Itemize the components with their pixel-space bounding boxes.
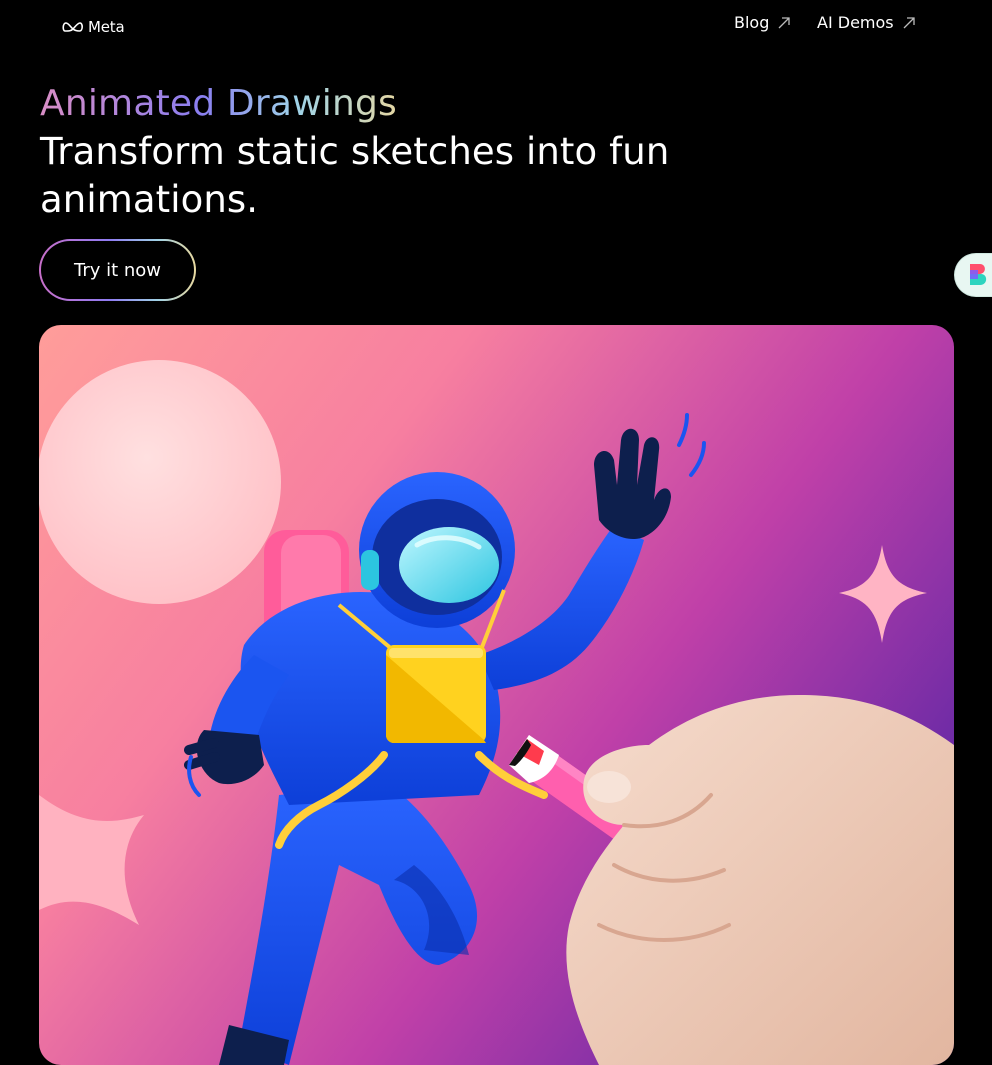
side-extension-widget[interactable] — [955, 254, 992, 296]
try-it-now-label: Try it now — [41, 241, 194, 299]
arrow-up-right-icon — [778, 16, 791, 28]
arrow-up-right-icon — [903, 16, 915, 28]
nav-link-ai-demos[interactable]: AI Demos — [817, 13, 916, 32]
top-navigation: Meta Blog AI Demos — [0, 0, 992, 52]
extension-logo-icon — [970, 264, 987, 285]
product-title: Animated Drawings — [40, 83, 397, 124]
nav-link-blog[interactable]: Blog — [734, 13, 791, 32]
hero-illustration — [39, 325, 954, 1065]
nav-link-label: AI Demos — [817, 13, 894, 32]
nav-link-label: Blog — [734, 13, 770, 32]
astronaut-drawing-illustration — [39, 325, 954, 1065]
try-it-now-button[interactable]: Try it now — [39, 239, 196, 301]
hero-headline: Transform static sketches into fun anima… — [40, 130, 670, 221]
brand-name: Meta — [88, 18, 125, 36]
moon-shape — [39, 360, 281, 604]
meta-infinity-icon — [62, 22, 83, 32]
drawing-hand — [566, 695, 954, 1065]
meta-logo[interactable]: Meta — [62, 16, 125, 38]
